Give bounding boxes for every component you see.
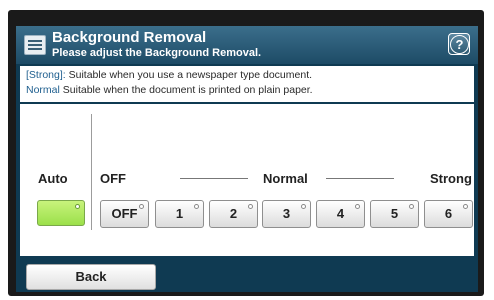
level-button-5[interactable]: 5 (370, 200, 419, 228)
description-strong-key: [Strong]: (26, 69, 66, 81)
level-label: 6 (444, 206, 453, 221)
page-title: Background Removal (52, 29, 207, 46)
auto-button[interactable] (37, 200, 85, 226)
scale-off-label: OFF (100, 171, 126, 186)
header-bar: Background Removal Please adjust the Bac… (16, 26, 478, 64)
scale-line-left (180, 178, 248, 179)
description-normal: Normal Suitable when the document is pri… (26, 84, 313, 96)
scale-normal-label: Normal (263, 171, 308, 186)
description-normal-text: Suitable when the document is printed on… (62, 84, 313, 96)
indicator-icon (409, 204, 414, 209)
footer-bar: Back (16, 258, 478, 292)
description-strong-text: Suitable when you use a newspaper type d… (68, 69, 313, 81)
level-label: 2 (229, 206, 238, 221)
indicator-icon (355, 204, 360, 209)
indicator-icon (463, 204, 468, 209)
scan-settings-icon (24, 35, 46, 55)
indicator-icon (248, 204, 253, 209)
description-normal-key: Normal (26, 84, 60, 96)
auto-indicator-icon (75, 204, 80, 209)
level-button-1[interactable]: 1 (155, 200, 204, 228)
indicator-icon (194, 204, 199, 209)
scale-strong-label: Strong (430, 171, 472, 186)
indicator-icon (139, 204, 144, 209)
level-button-6[interactable]: 6 (424, 200, 473, 228)
description-box: [Strong]: Suitable when you use a newspa… (20, 66, 474, 102)
level-label: 1 (175, 206, 184, 221)
level-label: 5 (390, 206, 399, 221)
background-removal-panel: Background Removal Please adjust the Bac… (16, 26, 478, 292)
level-button-4[interactable]: 4 (316, 200, 365, 228)
level-button-off[interactable]: OFF (100, 200, 149, 228)
level-label: 4 (336, 206, 345, 221)
help-button[interactable]: ? (448, 33, 470, 55)
level-button-2[interactable]: 2 (209, 200, 258, 228)
indicator-icon (301, 204, 306, 209)
divider (91, 114, 92, 230)
level-label: OFF (111, 206, 138, 221)
back-button[interactable]: Back (26, 264, 156, 290)
page-subtitle: Please adjust the Background Removal. (52, 47, 262, 59)
level-label: 3 (282, 206, 291, 221)
help-icon: ? (450, 35, 469, 54)
auto-label: Auto (38, 171, 68, 186)
adjustment-area: Auto OFF Normal Strong OFF 1 2 3 4 5 6 (20, 104, 474, 256)
description-strong: [Strong]: Suitable when you use a newspa… (26, 69, 312, 81)
scale-line-right (326, 178, 394, 179)
level-button-3[interactable]: 3 (262, 200, 311, 228)
